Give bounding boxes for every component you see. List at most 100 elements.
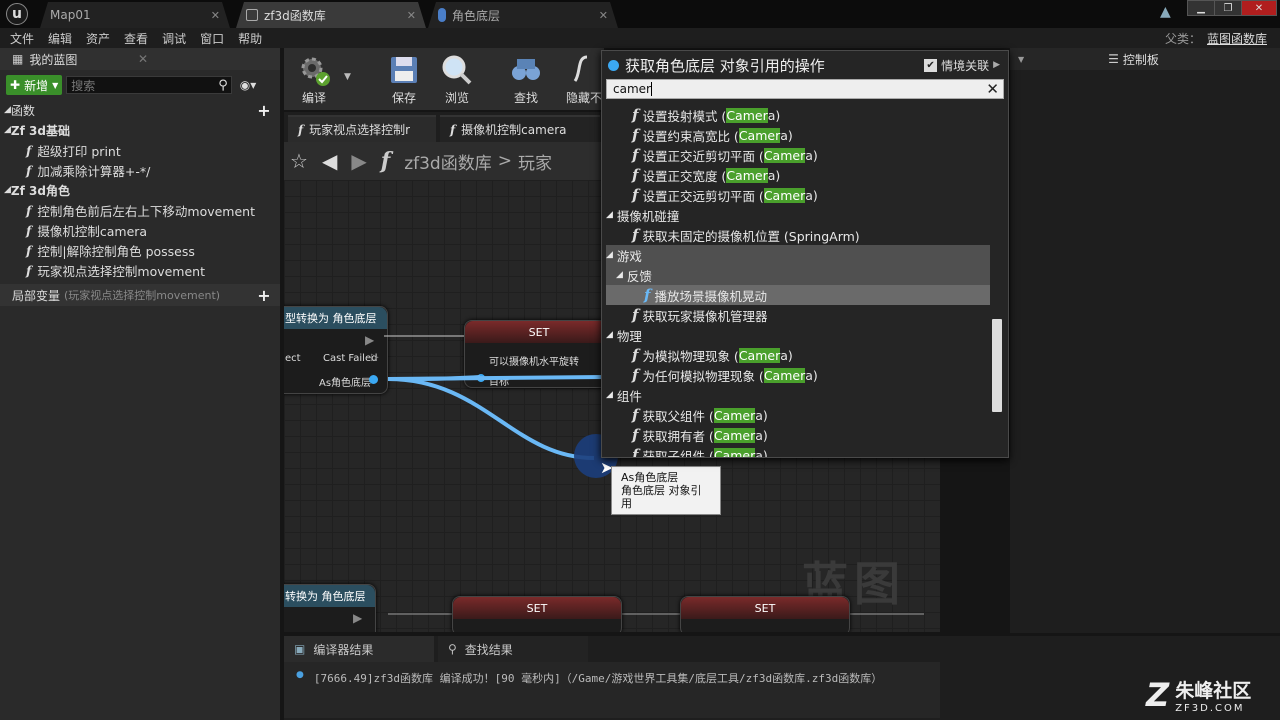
function-icon: f [298,122,304,137]
learn-icon[interactable]: ▲ [1160,4,1178,22]
action-label: 设置正交近剪切平面 ( [642,148,764,164]
add-new-label: 新增 [24,78,49,93]
menu-view[interactable]: 查看 [124,30,162,47]
menu-edit[interactable]: 编辑 [48,30,86,47]
cast-node-2[interactable]: 转换为 角色底层 ▶ [284,584,376,632]
dragging-wire [387,377,595,460]
search-match-highlight: Camer [713,427,756,443]
exec-out-pin[interactable]: ▶ [353,611,362,625]
menu-file[interactable]: 文件 [10,30,48,47]
close-icon[interactable]: ✕ [211,9,220,22]
save-button[interactable]: 保存 [376,52,432,108]
category-label: 反馈 [626,268,652,284]
checkbox-checked-icon[interactable]: ✔ [924,58,938,72]
add-function-icon[interactable]: + [256,101,272,120]
function-label: 控制|解除控制角色 possess [37,243,195,259]
context-menu-action[interactable]: f 设置正交宽度 (Camer a) [606,165,990,185]
context-menu-header: 获取角色底层 对象引用的操作 ✔ 情境关联 ▶ [602,51,1008,79]
function-item-super-print[interactable]: f 超级打印 print [0,140,280,160]
compile-dropdown-icon[interactable]: ▼ [344,72,351,82]
unreal-logo-icon[interactable]: u [6,3,28,25]
control-panel-tab[interactable]: ▼ ☰ 控制板 [1010,48,1280,70]
function-label: 超级打印 print [37,143,121,159]
clear-search-icon[interactable]: ✕ [986,80,999,98]
menu-debug[interactable]: 调试 [162,30,200,47]
scrollbar-thumb[interactable] [992,319,1002,412]
category-label: Zf 3d基础 [10,123,70,138]
context-menu-action[interactable]: f 播放场景摄像机晃动 [606,285,990,305]
favorite-star-icon[interactable]: ☆ [290,149,308,173]
close-window-button[interactable]: ✕ [1241,0,1277,16]
browse-button[interactable]: 浏览 [429,52,485,108]
tab-character-base[interactable]: 角色底层 ✕ [428,2,618,28]
context-search-input[interactable]: camer ✕ [606,79,1004,99]
back-arrow-icon[interactable]: ◀ [322,149,337,173]
context-menu-action[interactable]: f 获取拥有者 (Camer a) [606,425,990,445]
context-menu-action[interactable]: f 设置投射模式 (Camer a) [606,105,990,125]
compile-button[interactable]: 编译 [286,52,342,108]
search-icon[interactable]: ⚲ [218,78,228,93]
function-item-camera[interactable]: f 摄像机控制camera [0,220,280,240]
context-menu-action[interactable]: f 获取玩家摄像机管理器 [606,305,990,325]
function-item-movement[interactable]: f 控制角色前后左右上下移动movement [0,200,280,220]
context-menu-category[interactable]: ◢ 摄像机碰撞 [606,205,990,225]
set-node-2[interactable]: SET [452,596,622,632]
menu-asset[interactable]: 资产 [86,30,124,47]
context-menu-category[interactable]: ◢ 物理 [606,325,990,345]
find-button[interactable]: 查找 [498,52,554,108]
category-zf3d-basic[interactable]: ◢ Zf 3d基础 [0,120,280,140]
action-context-menu: 获取角色底层 对象引用的操作 ✔ 情境关联 ▶ camer ✕ f 设置投射模式 … [601,50,1009,458]
context-menu-action[interactable]: f 为任何模拟物理现象 (Camer a) [606,365,990,385]
functions-section-header[interactable]: ◢ 函数 + [0,100,280,120]
function-label: 控制角色前后左右上下移动movement [37,203,255,219]
action-label: 播放场景摄像机晃动 [654,288,767,304]
category-zf3d-character[interactable]: ◢ Zf 3d角色 [0,180,280,200]
close-icon[interactable]: ✕ [407,9,416,22]
category-label: 游戏 [616,248,642,264]
my-blueprint-tab[interactable]: ▦ 我的蓝图 ✕ [0,48,280,70]
action-label-suffix: a) [780,347,793,363]
context-menu-action[interactable]: f 为模拟物理现象 (Camer a) [606,345,990,365]
forward-arrow-icon[interactable]: ▶ [351,149,366,173]
add-variable-icon[interactable]: + [256,286,272,305]
close-icon[interactable]: ✕ [599,9,608,22]
context-menu-action[interactable]: f 设置正交近剪切平面 (Camer a) [606,145,990,165]
action-label-suffix: a) [755,427,768,443]
function-item-calculator[interactable]: f 加减乘除计算器+-*/ [0,160,280,180]
tab-zf3d-library[interactable]: zf3d函数库 ✕ [236,2,426,28]
minimize-button[interactable]: ▁ [1187,0,1215,16]
context-menu-action[interactable]: f 获取未固定的摄像机位置 (SpringArm) [606,225,990,245]
menu-window[interactable]: 窗口 [200,30,238,47]
add-new-button[interactable]: ✚ 新增 ▼ [6,75,63,95]
menu-help[interactable]: 帮助 [238,30,276,47]
context-menu-category[interactable]: ◢ 游戏 [606,245,990,265]
context-menu-category[interactable]: ◢ 反馈 [606,265,990,285]
close-icon[interactable]: ✕ [138,52,148,66]
context-menu-action[interactable]: f 获取父组件 (Camer a) [606,405,990,425]
doc-tab-camera[interactable]: f 摄像机控制camera [440,115,600,142]
maximize-button[interactable]: ❐ [1214,0,1242,16]
set-node-3[interactable]: SET [680,596,850,632]
action-label-suffix: a) [805,147,818,163]
action-label: 获取未固定的摄像机位置 (SpringArm) [642,228,860,244]
function-item-viewpoint[interactable]: f 玩家视点选择控制movement [0,260,280,280]
context-menu-action[interactable]: f 设置约束高宽比 (Camer a) [606,125,990,145]
context-sensitive-toggle[interactable]: ✔ 情境关联 ▶ [924,57,1000,74]
local-variables-header[interactable]: 局部变量 (玩家视点选择控制movement) + [0,284,280,306]
tab-map01[interactable]: Map01 ✕ [40,2,230,28]
context-menu-action[interactable]: f 设置正交远剪切平面 (Camer a) [606,185,990,205]
set-node-title: SET [681,597,849,619]
function-item-possess[interactable]: f 控制|解除控制角色 possess [0,240,280,260]
search-input[interactable]: 搜索 [66,76,233,94]
dropdown-arrow-icon: ▼ [52,80,59,90]
tab-compiler-results[interactable]: ▣ 编译器结果 [284,636,434,662]
parent-class-link[interactable]: 蓝图函数库 [1207,30,1267,47]
eye-icon[interactable]: ◉▾ [240,78,257,92]
action-label: 为模拟物理现象 ( [642,348,739,364]
context-menu-category[interactable]: ◢ 组件 [606,385,990,405]
doc-tab-viewpoint[interactable]: f 玩家视点选择控制r [288,115,436,142]
search-match-highlight: Camer [763,147,806,163]
breadcrumb-library[interactable]: zf3d函数库 [404,149,492,174]
context-menu-action[interactable]: f 获取子组件 (Camer a) [606,445,990,457]
tab-find-results[interactable]: ⚲ 查找结果 [438,636,588,662]
